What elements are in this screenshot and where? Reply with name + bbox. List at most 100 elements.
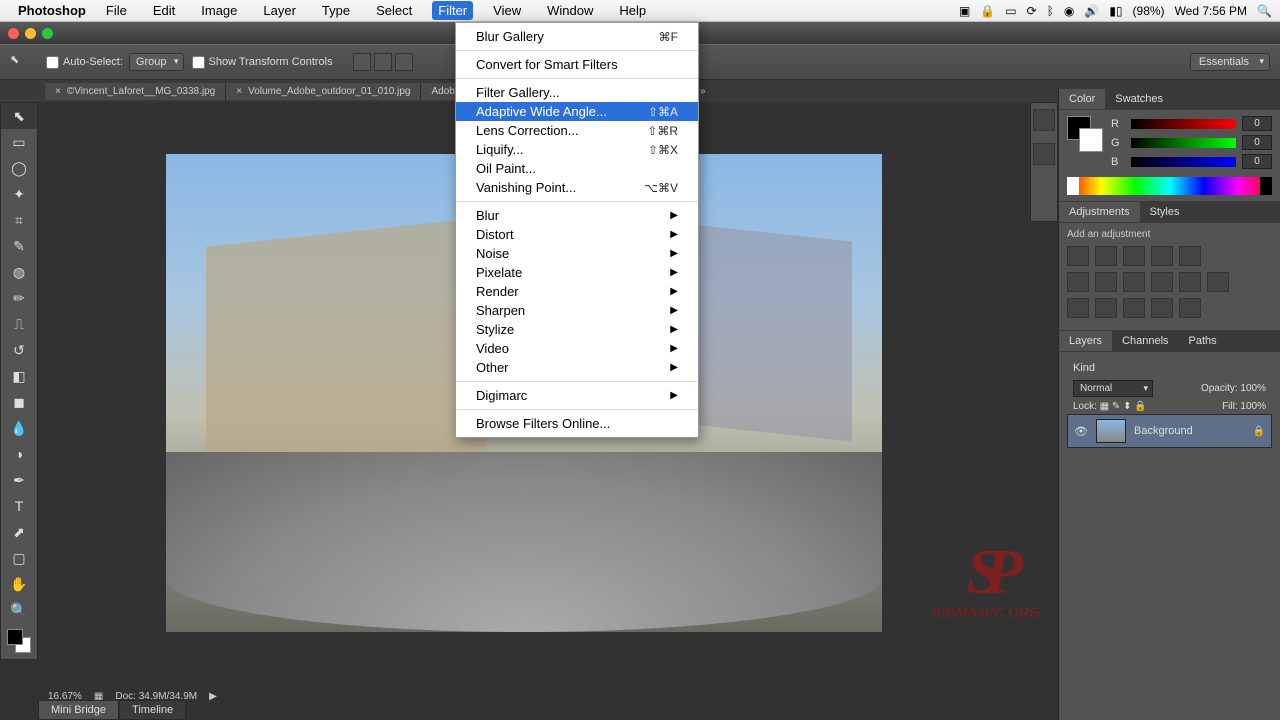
adjustments-tab[interactable]: Adjustments <box>1059 202 1140 222</box>
vibrance-adjustment-icon[interactable] <box>1179 246 1201 266</box>
clone-stamp-tool[interactable]: ⎍ <box>1 311 37 337</box>
invert-adjustment-icon[interactable] <box>1067 298 1089 318</box>
brush-tool[interactable]: ✏ <box>1 285 37 311</box>
align-bottom-button[interactable] <box>395 53 413 71</box>
path-selection-tool[interactable]: ⬈ <box>1 519 37 545</box>
green-value[interactable]: 0 <box>1242 135 1272 150</box>
pen-tool[interactable]: ✒ <box>1 467 37 493</box>
menu-oil-paint[interactable]: Oil Paint... <box>456 159 698 178</box>
styles-tab[interactable]: Styles <box>1140 202 1190 222</box>
marquee-tool[interactable]: ▭ <box>1 129 37 155</box>
eraser-tool[interactable]: ◧ <box>1 363 37 389</box>
auto-select-mode-select[interactable]: Group <box>129 53 184 71</box>
selective-color-adjustment-icon[interactable] <box>1179 298 1201 318</box>
opacity-value[interactable]: 100% <box>1240 383 1266 394</box>
menu-noise[interactable]: Noise▶ <box>456 244 698 263</box>
threshold-adjustment-icon[interactable] <box>1123 298 1145 318</box>
auto-select-checkbox[interactable] <box>46 56 59 69</box>
crop-tool[interactable]: ⌗ <box>1 207 37 233</box>
layers-tab[interactable]: Layers <box>1059 331 1112 351</box>
gradient-map-adjustment-icon[interactable] <box>1151 298 1173 318</box>
menu-type[interactable]: Type <box>316 1 356 20</box>
levels-adjustment-icon[interactable] <box>1095 246 1117 266</box>
photo-filter-adjustment-icon[interactable] <box>1151 272 1173 292</box>
color-tab[interactable]: Color <box>1059 89 1105 109</box>
menu-sharpen[interactable]: Sharpen▶ <box>456 301 698 320</box>
spotlight-icon[interactable]: 🔍 <box>1257 4 1272 18</box>
channels-tab[interactable]: Channels <box>1112 331 1178 351</box>
posterize-adjustment-icon[interactable] <box>1095 298 1117 318</box>
healing-brush-tool[interactable]: ◍ <box>1 259 37 285</box>
background-color-swatch[interactable] <box>1079 128 1103 152</box>
menu-filter[interactable]: Filter <box>432 1 473 20</box>
dodge-tool[interactable]: ◑ <box>1 441 37 467</box>
swatches-tab[interactable]: Swatches <box>1105 89 1173 109</box>
close-icon[interactable]: × <box>236 86 242 97</box>
menu-window[interactable]: Window <box>541 1 599 20</box>
sync-icon[interactable]: ⟳ <box>1027 4 1037 18</box>
doc-tab[interactable]: ×©Vincent_Laforet__MG_0338.jpg <box>45 83 226 100</box>
gradient-tool[interactable]: ◼ <box>1 389 37 415</box>
doc-tab[interactable]: ×Volume_Adobe_outdoor_01_010.jpg <box>226 83 421 100</box>
app-name[interactable]: Photoshop <box>18 3 86 18</box>
green-slider[interactable] <box>1131 138 1236 148</box>
display-icon[interactable]: ▭ <box>1005 4 1016 18</box>
move-tool[interactable]: ⬉ <box>1 103 37 129</box>
history-brush-tool[interactable]: ↺ <box>1 337 37 363</box>
red-slider[interactable] <box>1131 119 1236 129</box>
red-value[interactable]: 0 <box>1242 116 1272 131</box>
align-top-button[interactable] <box>353 53 371 71</box>
history-panel-icon[interactable] <box>1033 109 1055 131</box>
menu-convert-smart[interactable]: Convert for Smart Filters <box>456 55 698 74</box>
paths-tab[interactable]: Paths <box>1179 331 1227 351</box>
layer-visibility-icon[interactable]: 👁 <box>1074 425 1088 438</box>
menu-video[interactable]: Video▶ <box>456 339 698 358</box>
eyedropper-tool[interactable]: ✎ <box>1 233 37 259</box>
fg-color-swatch[interactable] <box>7 629 23 645</box>
menu-digimarc[interactable]: Digimarc▶ <box>456 386 698 405</box>
color-lookup-adjustment-icon[interactable] <box>1207 272 1229 292</box>
blue-slider[interactable] <box>1131 157 1236 167</box>
bluetooth-icon[interactable]: ᛒ <box>1047 4 1054 18</box>
menu-image[interactable]: Image <box>195 1 243 20</box>
layer-row[interactable]: 👁 Background 🔒 <box>1067 414 1272 448</box>
lasso-tool[interactable]: ◯ <box>1 155 37 181</box>
menu-browse-filters[interactable]: Browse Filters Online... <box>456 414 698 433</box>
menu-help[interactable]: Help <box>613 1 652 20</box>
close-icon[interactable]: × <box>55 86 61 97</box>
menu-distort[interactable]: Distort▶ <box>456 225 698 244</box>
menu-file[interactable]: File <box>100 1 133 20</box>
wifi-icon[interactable]: ◉ <box>1064 4 1074 18</box>
menu-edit[interactable]: Edit <box>147 1 181 20</box>
mini-bridge-tab[interactable]: Mini Bridge <box>38 700 119 720</box>
align-middle-button[interactable] <box>374 53 392 71</box>
curves-adjustment-icon[interactable] <box>1123 246 1145 266</box>
rectangle-tool[interactable]: ▢ <box>1 545 37 571</box>
brightness-adjustment-icon[interactable] <box>1067 246 1089 266</box>
magic-wand-tool[interactable]: ✦ <box>1 181 37 207</box>
blue-value[interactable]: 0 <box>1242 154 1272 169</box>
lock-icon[interactable]: 🔒 <box>980 4 995 18</box>
show-transform-checkbox[interactable] <box>192 56 205 69</box>
screen-share-icon[interactable]: ▣ <box>959 4 970 18</box>
workspace-selector[interactable]: Essentials <box>1190 53 1270 71</box>
exposure-adjustment-icon[interactable] <box>1151 246 1173 266</box>
menu-select[interactable]: Select <box>370 1 418 20</box>
properties-panel-icon[interactable] <box>1033 143 1055 165</box>
menu-view[interactable]: View <box>487 1 527 20</box>
hand-tool[interactable]: ✋ <box>1 571 37 597</box>
menu-filter-gallery[interactable]: Filter Gallery... <box>456 83 698 102</box>
zoom-tool[interactable]: 🔍 <box>1 597 37 623</box>
menu-render[interactable]: Render▶ <box>456 282 698 301</box>
type-tool[interactable]: T <box>1 493 37 519</box>
blend-mode-select[interactable]: Normal <box>1073 380 1153 397</box>
bw-adjustment-icon[interactable] <box>1123 272 1145 292</box>
close-window-button[interactable] <box>8 28 19 39</box>
layer-thumbnail[interactable] <box>1096 419 1126 443</box>
menu-blur[interactable]: Blur▶ <box>456 206 698 225</box>
hue-adjustment-icon[interactable] <box>1067 272 1089 292</box>
menu-stylize[interactable]: Stylize▶ <box>456 320 698 339</box>
menu-last-filter[interactable]: Blur Gallery⌘F <box>456 27 698 46</box>
menu-other[interactable]: Other▶ <box>456 358 698 377</box>
menu-lens-correction[interactable]: Lens Correction...⇧⌘R <box>456 121 698 140</box>
